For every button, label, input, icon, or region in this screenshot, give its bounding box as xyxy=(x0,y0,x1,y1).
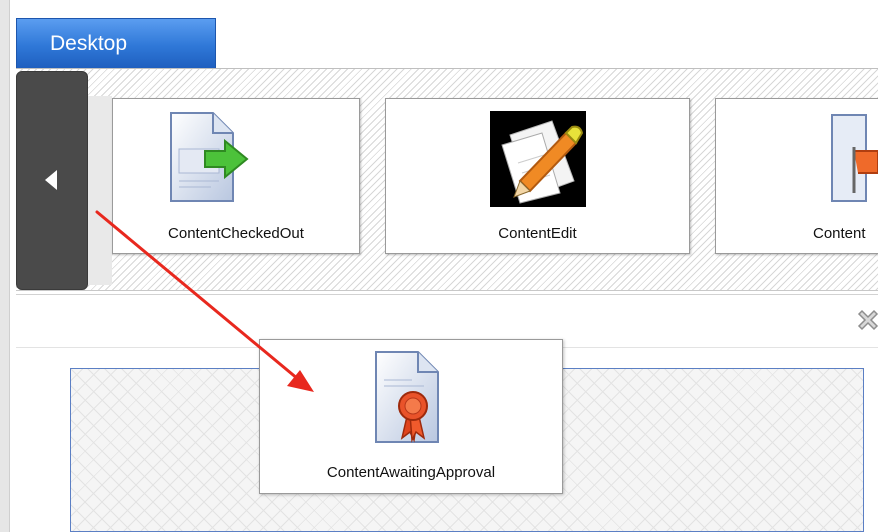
dragged-tile-content-awaiting-approval[interactable]: ContentAwaitingApproval xyxy=(259,339,563,494)
tray-tile-label: ContentCheckedOut xyxy=(168,225,304,242)
close-x-icon[interactable] xyxy=(856,308,878,332)
tray-tile-label: ContentEdit xyxy=(498,225,577,242)
tray-tile-content-partial[interactable]: Content xyxy=(715,98,878,254)
pencil-on-paper-icon xyxy=(490,111,586,212)
desktop-tab-label: Desktop xyxy=(50,32,128,55)
tray-tile-content-edit[interactable]: ContentEdit xyxy=(385,98,690,254)
document-green-arrow-icon xyxy=(163,111,253,211)
tray-shadow xyxy=(88,96,112,285)
window-left-edge xyxy=(0,0,10,532)
section-separator xyxy=(16,294,878,295)
tray-tile-content-checked-out[interactable]: ContentCheckedOut xyxy=(112,98,360,254)
document-flag-icon xyxy=(826,113,878,208)
desktop-tab[interactable]: Desktop xyxy=(16,18,216,68)
dragged-tile-label: ContentAwaitingApproval xyxy=(326,464,496,481)
tray-previous-button[interactable] xyxy=(16,71,88,290)
tray-tile-label: Content xyxy=(813,225,866,242)
left-arrow-icon xyxy=(45,170,57,190)
document-ribbon-seal-icon xyxy=(372,350,450,451)
